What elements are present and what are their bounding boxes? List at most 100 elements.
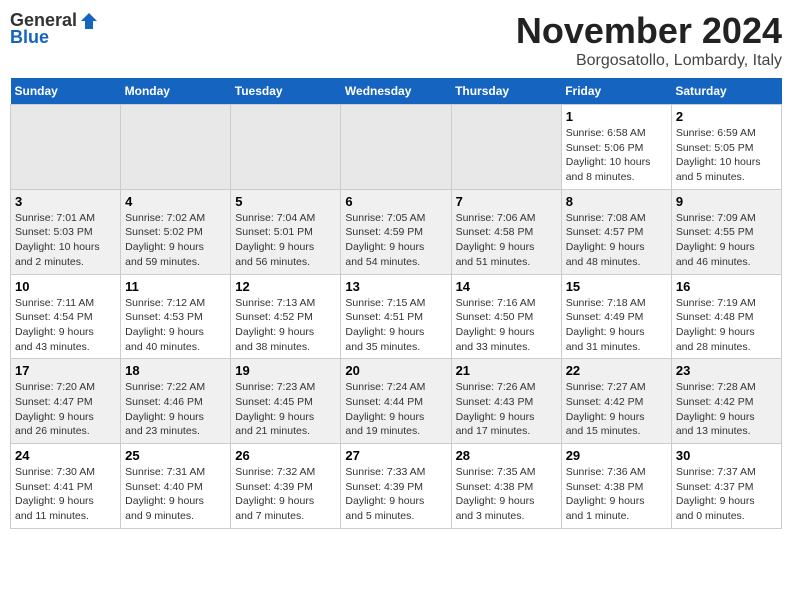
day-cell <box>341 105 451 190</box>
day-number: 11 <box>125 279 226 294</box>
day-cell: 22 Sunrise: 7:27 AM Sunset: 4:42 PM Dayli… <box>561 359 671 444</box>
day-number: 25 <box>125 448 226 463</box>
header-day-saturday: Saturday <box>671 78 781 105</box>
day-cell: 8 Sunrise: 7:08 AM Sunset: 4:57 PM Daylig… <box>561 189 671 274</box>
day-cell <box>231 105 341 190</box>
day-cell: 19 Sunrise: 7:23 AM Sunset: 4:45 PM Dayli… <box>231 359 341 444</box>
day-number: 28 <box>456 448 557 463</box>
day-number: 14 <box>456 279 557 294</box>
day-info: Sunrise: 7:15 AM Sunset: 4:51 PM Dayligh… <box>345 296 446 355</box>
week-row-4: 17 Sunrise: 7:20 AM Sunset: 4:47 PM Dayli… <box>11 359 782 444</box>
logo-blue-text: Blue <box>10 27 49 48</box>
day-info: Sunrise: 7:20 AM Sunset: 4:47 PM Dayligh… <box>15 380 116 439</box>
day-number: 27 <box>345 448 446 463</box>
day-info: Sunrise: 7:13 AM Sunset: 4:52 PM Dayligh… <box>235 296 336 355</box>
day-cell: 14 Sunrise: 7:16 AM Sunset: 4:50 PM Dayli… <box>451 274 561 359</box>
week-row-1: 1Sunrise: 6:58 AM Sunset: 5:06 PM Daylig… <box>11 105 782 190</box>
day-cell: 7 Sunrise: 7:06 AM Sunset: 4:58 PM Daylig… <box>451 189 561 274</box>
day-cell: 9 Sunrise: 7:09 AM Sunset: 4:55 PM Daylig… <box>671 189 781 274</box>
day-info: Sunrise: 7:05 AM Sunset: 4:59 PM Dayligh… <box>345 211 446 270</box>
day-info: Sunrise: 7:31 AM Sunset: 4:40 PM Dayligh… <box>125 465 226 524</box>
day-info: Sunrise: 7:09 AM Sunset: 4:55 PM Dayligh… <box>676 211 777 270</box>
day-number: 12 <box>235 279 336 294</box>
day-number: 23 <box>676 363 777 378</box>
day-number: 17 <box>15 363 116 378</box>
day-info: Sunrise: 7:37 AM Sunset: 4:37 PM Dayligh… <box>676 465 777 524</box>
day-info: Sunrise: 7:27 AM Sunset: 4:42 PM Dayligh… <box>566 380 667 439</box>
day-cell: 4 Sunrise: 7:02 AM Sunset: 5:02 PM Daylig… <box>121 189 231 274</box>
day-cell: 26 Sunrise: 7:32 AM Sunset: 4:39 PM Dayli… <box>231 444 341 529</box>
day-info: Sunrise: 7:35 AM Sunset: 4:38 PM Dayligh… <box>456 465 557 524</box>
day-info: Sunrise: 7:36 AM Sunset: 4:38 PM Dayligh… <box>566 465 667 524</box>
day-info: Sunrise: 6:58 AM Sunset: 5:06 PM Dayligh… <box>566 126 667 185</box>
day-number: 21 <box>456 363 557 378</box>
day-cell: 5 Sunrise: 7:04 AM Sunset: 5:01 PM Daylig… <box>231 189 341 274</box>
calendar-header: SundayMondayTuesdayWednesdayThursdayFrid… <box>11 78 782 105</box>
day-info: Sunrise: 7:16 AM Sunset: 4:50 PM Dayligh… <box>456 296 557 355</box>
day-number: 19 <box>235 363 336 378</box>
day-info: Sunrise: 7:12 AM Sunset: 4:53 PM Dayligh… <box>125 296 226 355</box>
day-cell <box>121 105 231 190</box>
day-info: Sunrise: 7:11 AM Sunset: 4:54 PM Dayligh… <box>15 296 116 355</box>
day-cell: 13 Sunrise: 7:15 AM Sunset: 4:51 PM Dayli… <box>341 274 451 359</box>
day-number: 4 <box>125 194 226 209</box>
title-area: November 2024 Borgosatollo, Lombardy, It… <box>516 10 782 70</box>
month-title: November 2024 <box>516 10 782 52</box>
calendar-body: 1Sunrise: 6:58 AM Sunset: 5:06 PM Daylig… <box>11 105 782 529</box>
day-info: Sunrise: 7:32 AM Sunset: 4:39 PM Dayligh… <box>235 465 336 524</box>
logo: General Blue <box>10 10 99 48</box>
day-number: 2 <box>676 109 777 124</box>
day-info: Sunrise: 7:19 AM Sunset: 4:48 PM Dayligh… <box>676 296 777 355</box>
day-number: 24 <box>15 448 116 463</box>
calendar-table: SundayMondayTuesdayWednesdayThursdayFrid… <box>10 78 782 529</box>
day-info: Sunrise: 7:22 AM Sunset: 4:46 PM Dayligh… <box>125 380 226 439</box>
day-number: 7 <box>456 194 557 209</box>
day-number: 22 <box>566 363 667 378</box>
header-day-thursday: Thursday <box>451 78 561 105</box>
day-number: 10 <box>15 279 116 294</box>
day-cell: 29Sunrise: 7:36 AM Sunset: 4:38 PM Dayli… <box>561 444 671 529</box>
day-cell: 20Sunrise: 7:24 AM Sunset: 4:44 PM Dayli… <box>341 359 451 444</box>
day-cell: 21 Sunrise: 7:26 AM Sunset: 4:43 PM Dayli… <box>451 359 561 444</box>
day-cell: 15Sunrise: 7:18 AM Sunset: 4:49 PM Dayli… <box>561 274 671 359</box>
day-number: 26 <box>235 448 336 463</box>
day-number: 20 <box>345 363 446 378</box>
day-cell: 25 Sunrise: 7:31 AM Sunset: 4:40 PM Dayli… <box>121 444 231 529</box>
day-info: Sunrise: 7:06 AM Sunset: 4:58 PM Dayligh… <box>456 211 557 270</box>
day-number: 6 <box>345 194 446 209</box>
day-cell: 2 Sunrise: 6:59 AM Sunset: 5:05 PM Daylig… <box>671 105 781 190</box>
location-title: Borgosatollo, Lombardy, Italy <box>516 52 782 70</box>
day-info: Sunrise: 7:26 AM Sunset: 4:43 PM Dayligh… <box>456 380 557 439</box>
day-info: Sunrise: 7:08 AM Sunset: 4:57 PM Dayligh… <box>566 211 667 270</box>
day-info: Sunrise: 7:04 AM Sunset: 5:01 PM Dayligh… <box>235 211 336 270</box>
week-row-2: 3Sunrise: 7:01 AM Sunset: 5:03 PM Daylig… <box>11 189 782 274</box>
day-cell: 6 Sunrise: 7:05 AM Sunset: 4:59 PM Daylig… <box>341 189 451 274</box>
header-day-monday: Monday <box>121 78 231 105</box>
day-info: Sunrise: 7:28 AM Sunset: 4:42 PM Dayligh… <box>676 380 777 439</box>
day-info: Sunrise: 7:23 AM Sunset: 4:45 PM Dayligh… <box>235 380 336 439</box>
day-number: 18 <box>125 363 226 378</box>
day-number: 16 <box>676 279 777 294</box>
day-cell: 1Sunrise: 6:58 AM Sunset: 5:06 PM Daylig… <box>561 105 671 190</box>
day-cell: 24Sunrise: 7:30 AM Sunset: 4:41 PM Dayli… <box>11 444 121 529</box>
day-cell <box>451 105 561 190</box>
day-cell: 10 Sunrise: 7:11 AM Sunset: 4:54 PM Dayli… <box>11 274 121 359</box>
day-cell: 3Sunrise: 7:01 AM Sunset: 5:03 PM Daylig… <box>11 189 121 274</box>
day-number: 30 <box>676 448 777 463</box>
day-number: 9 <box>676 194 777 209</box>
header-day-sunday: Sunday <box>11 78 121 105</box>
header-day-tuesday: Tuesday <box>231 78 341 105</box>
day-info: Sunrise: 7:18 AM Sunset: 4:49 PM Dayligh… <box>566 296 667 355</box>
day-number: 13 <box>345 279 446 294</box>
day-number: 8 <box>566 194 667 209</box>
day-cell: 16 Sunrise: 7:19 AM Sunset: 4:48 PM Dayli… <box>671 274 781 359</box>
day-cell <box>11 105 121 190</box>
day-info: Sunrise: 6:59 AM Sunset: 5:05 PM Dayligh… <box>676 126 777 185</box>
day-cell: 11 Sunrise: 7:12 AM Sunset: 4:53 PM Dayli… <box>121 274 231 359</box>
day-cell: 17 Sunrise: 7:20 AM Sunset: 4:47 PM Dayli… <box>11 359 121 444</box>
week-row-3: 10 Sunrise: 7:11 AM Sunset: 4:54 PM Dayli… <box>11 274 782 359</box>
week-row-5: 24Sunrise: 7:30 AM Sunset: 4:41 PM Dayli… <box>11 444 782 529</box>
day-info: Sunrise: 7:02 AM Sunset: 5:02 PM Dayligh… <box>125 211 226 270</box>
day-cell: 23 Sunrise: 7:28 AM Sunset: 4:42 PM Dayli… <box>671 359 781 444</box>
day-number: 5 <box>235 194 336 209</box>
